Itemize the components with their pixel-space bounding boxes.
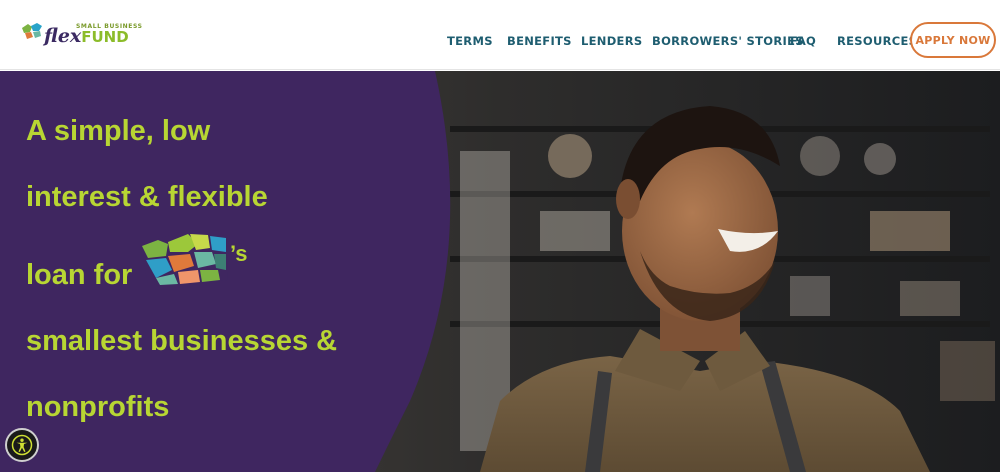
hero-possessive: ’s — [230, 241, 248, 266]
nav-lenders[interactable]: LENDERS — [581, 34, 642, 48]
hero-line-3: loan for — [26, 259, 133, 291]
apply-now-button[interactable]: APPLY NOW — [910, 22, 996, 58]
nav-faq[interactable]: FAQ — [790, 34, 816, 48]
hero-line-5: nonprofits — [26, 391, 170, 423]
nav-benefits[interactable]: BENEFITS — [507, 34, 572, 48]
hero-line-4: smallest businesses & — [26, 325, 338, 357]
accessibility-icon — [11, 434, 33, 456]
nav-resources[interactable]: RESOURCES — [837, 34, 917, 48]
nav-borrowers-stories[interactable]: BORROWERS' STORIES — [652, 34, 804, 48]
main-nav: TERMS BENEFITS LENDERS BORROWERS' STORIE… — [0, 0, 1000, 70]
hero-section: A simple, low interest & flexible loan f… — [0, 71, 1000, 472]
hero-line-2: interest & flexible — [26, 181, 268, 213]
accessibility-button[interactable] — [5, 428, 39, 462]
washington-state-map-icon — [140, 232, 228, 285]
nav-terms[interactable]: TERMS — [447, 34, 493, 48]
site-header: SMALL BUSINESS flexFUND TERMS BENEFITS L… — [0, 0, 1000, 70]
hero-line-1: A simple, low — [26, 115, 211, 147]
